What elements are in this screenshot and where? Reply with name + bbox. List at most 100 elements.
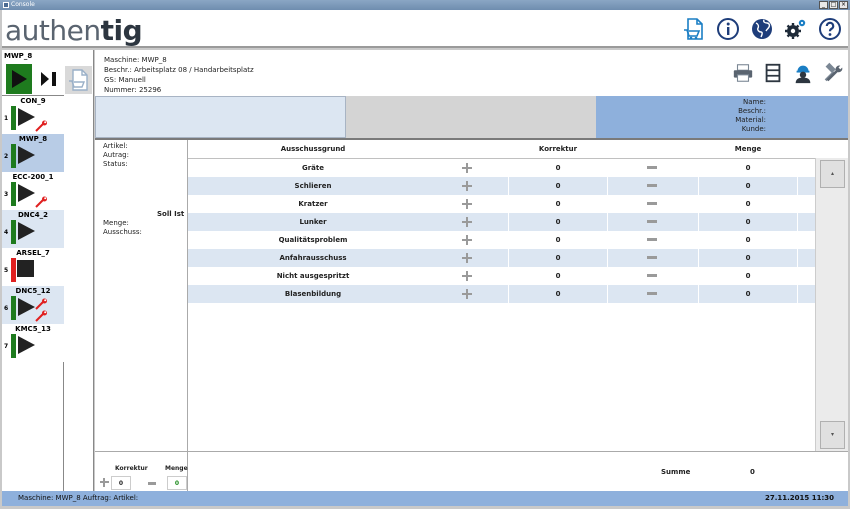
machine-number: 5 xyxy=(4,267,9,274)
play-icon xyxy=(18,146,35,164)
korrektur-value: 0 xyxy=(555,218,561,226)
scroll-up-button[interactable]: ▴ xyxy=(820,160,845,188)
order-name-label: Name: xyxy=(742,98,766,106)
order-material-label: Material: xyxy=(735,116,766,124)
plus-icon[interactable] xyxy=(462,289,472,299)
machine-name: ECC-200_1 xyxy=(12,173,54,181)
window-title: Console xyxy=(11,1,35,8)
authentig-logo: authentig xyxy=(5,14,143,47)
plus-icon[interactable] xyxy=(462,235,472,245)
play-icon xyxy=(12,70,27,88)
plus-icon[interactable] xyxy=(462,271,472,281)
machine-name: DNC4_2 xyxy=(17,211,49,219)
korrektur-panel: Korrektur Menge 0 0 xyxy=(95,452,188,491)
reason-label: Gräte xyxy=(301,164,324,172)
header-menge: Menge xyxy=(734,145,762,153)
machine-item[interactable]: DNC5_12 6 xyxy=(2,286,64,324)
status-indicator xyxy=(11,296,16,320)
minus-icon[interactable] xyxy=(647,220,657,223)
order-field-1[interactable] xyxy=(95,96,346,138)
play-button[interactable] xyxy=(6,64,32,94)
reason-label: Lunker xyxy=(299,218,327,226)
play-icon xyxy=(18,298,35,316)
info-icon[interactable] xyxy=(716,17,740,41)
machine-item[interactable]: DNC4_2 4 xyxy=(2,210,64,248)
play-icon xyxy=(18,108,35,126)
globe-icon[interactable] xyxy=(750,17,774,41)
tools-icon[interactable] xyxy=(822,62,844,84)
scroll-down-button[interactable]: ▾ xyxy=(820,421,845,449)
reason-label: Anfahrausschuss xyxy=(279,254,347,262)
article-panel: Artikel: Autrag: Status: Soll Ist Menge:… xyxy=(95,140,188,451)
minus-icon[interactable] xyxy=(647,166,657,169)
machine-name: MWP_8 xyxy=(18,135,48,143)
menge-value: 0 xyxy=(745,164,751,172)
machine-item[interactable]: ECC-200_1 3 xyxy=(2,172,64,210)
menge-value: 0 xyxy=(745,218,751,226)
plus-icon[interactable] xyxy=(100,478,109,487)
korrektur-value: 0 xyxy=(555,236,561,244)
order-field-2[interactable] xyxy=(346,96,596,138)
machine-list-panel: MWP_8 CON_9 1 MWP_8 2 ECC-200_1 3 DNC4_2 4 ARSEL… xyxy=(2,50,64,491)
scrollbar[interactable]: ▴ ▾ xyxy=(815,158,848,451)
settings-gear-icon[interactable] xyxy=(784,17,808,41)
minimize-button[interactable]: _ xyxy=(819,1,828,9)
worker-icon[interactable] xyxy=(792,62,814,84)
minus-icon[interactable] xyxy=(647,238,657,241)
machine-item[interactable]: KMC5_13 7 xyxy=(2,324,64,362)
minus-icon[interactable] xyxy=(647,292,657,295)
table-row: Nicht ausgespritzt 0 0 xyxy=(188,267,815,285)
minus-icon[interactable] xyxy=(647,274,657,277)
machine-item[interactable]: ARSEL_7 5 xyxy=(2,248,64,286)
minus-icon[interactable] xyxy=(647,256,657,259)
document-cart-button[interactable] xyxy=(65,66,92,94)
main-content: Maschine: MWP_8 Beschr.: Arbeitsplatz 08… xyxy=(95,50,848,491)
menge-value: 0 xyxy=(745,272,751,280)
menge-value: 0 xyxy=(745,182,751,190)
scrap-table: Ausschussgrund Korrektur Menge Gräte 0 0 Sc… xyxy=(188,140,848,451)
menge-value: 0 xyxy=(745,236,751,244)
reason-label: Kratzer xyxy=(298,200,328,208)
current-machine-name: MWP_8 xyxy=(4,52,33,60)
wrench-icon xyxy=(35,120,47,132)
help-icon[interactable] xyxy=(818,17,842,41)
printer-icon[interactable] xyxy=(732,62,754,84)
maximize-button[interactable]: □ xyxy=(829,1,838,9)
minus-icon[interactable] xyxy=(647,184,657,187)
play-icon xyxy=(18,184,35,202)
machine-number: 1 xyxy=(4,115,9,122)
document-cart-icon[interactable] xyxy=(682,17,706,41)
machine-name: CON_9 xyxy=(20,97,46,105)
plus-icon[interactable] xyxy=(462,163,472,173)
plus-icon[interactable] xyxy=(462,253,472,263)
korrektur-value: 0 xyxy=(555,200,561,208)
korrektur-value[interactable]: 0 xyxy=(111,476,131,490)
play-icon xyxy=(18,336,35,354)
table-row: Kratzer 0 0 xyxy=(188,195,815,213)
wrench-icon xyxy=(35,196,47,208)
header-korrektur: Korrektur xyxy=(538,145,578,153)
close-button[interactable]: × xyxy=(839,1,848,9)
machine-info: Maschine: MWP_8 Beschr.: Arbeitsplatz 08… xyxy=(104,55,254,95)
minus-icon[interactable] xyxy=(647,202,657,205)
document-cart-icon xyxy=(69,69,88,91)
plus-icon[interactable] xyxy=(462,217,472,227)
plus-icon[interactable] xyxy=(462,181,472,191)
status-left: Maschine: MWP_8 Auftrag: Artikel: xyxy=(18,494,139,502)
machine-item[interactable]: CON_9 1 xyxy=(2,96,64,134)
status-bar: Maschine: MWP_8 Auftrag: Artikel: 27.11.… xyxy=(2,491,848,506)
table-row: Lunker 0 0 xyxy=(188,213,815,231)
auftrag-label: Autrag: xyxy=(103,151,129,159)
status-indicator xyxy=(11,220,16,244)
skip-next-icon[interactable] xyxy=(38,68,60,90)
play-icon xyxy=(18,222,35,240)
reason-label: Qualitätsproblem xyxy=(278,236,348,244)
wrench-icon xyxy=(35,310,47,322)
list-icon[interactable] xyxy=(762,62,784,84)
machine-name: DNC5_12 xyxy=(15,287,51,295)
korrektur-label: Korrektur xyxy=(115,465,148,472)
machine-item[interactable]: MWP_8 2 xyxy=(2,134,64,172)
plus-icon[interactable] xyxy=(462,199,472,209)
status-indicator xyxy=(11,258,16,282)
minus-icon[interactable] xyxy=(148,482,156,485)
